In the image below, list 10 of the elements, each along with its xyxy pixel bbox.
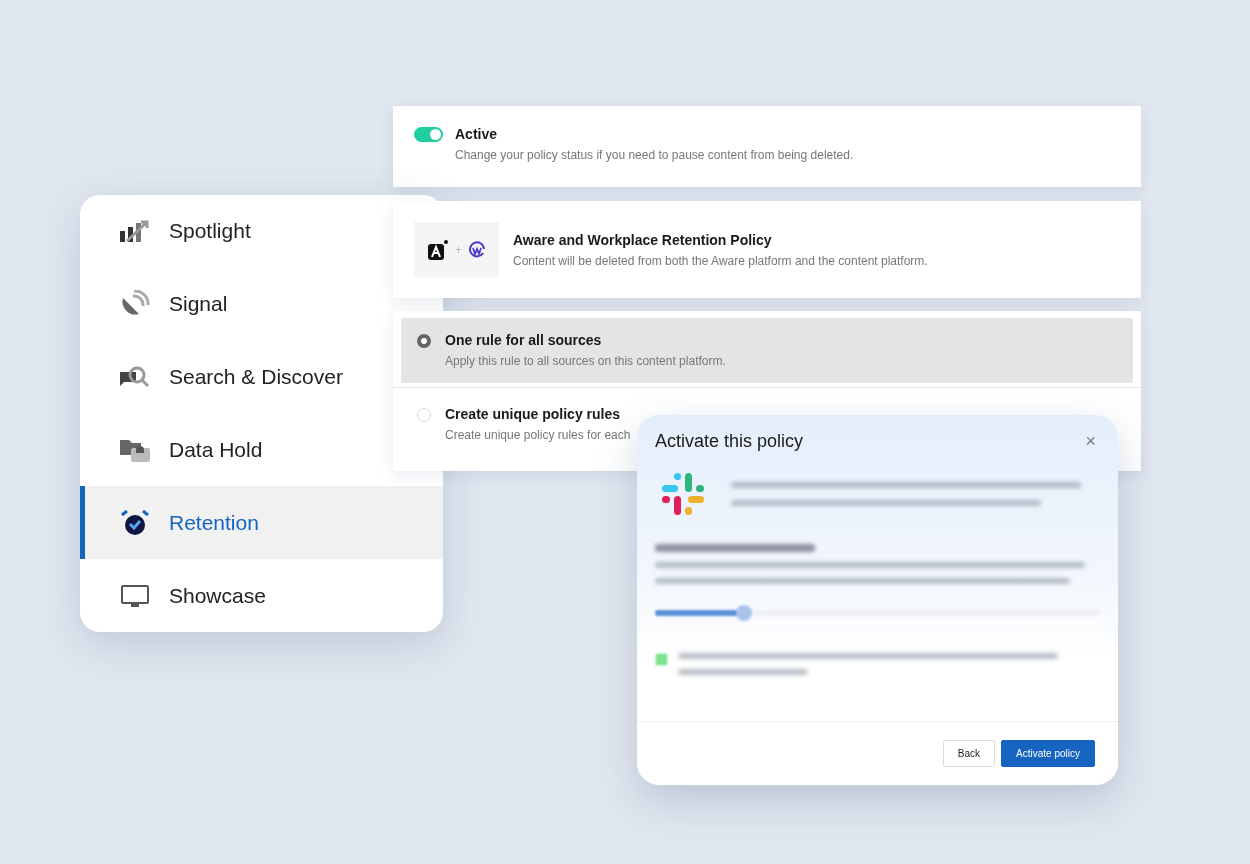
plus-sign: + — [455, 242, 462, 257]
rule-description: Create unique policy rules for each — [445, 428, 631, 442]
status-title: Active — [455, 126, 499, 142]
dialog-title: Activate this policy — [655, 431, 804, 452]
status-description: Change your policy status if you need to pause content from being deleted. — [455, 148, 854, 162]
rule-description: Apply this rule to all sources on this content platform. — [445, 354, 726, 368]
policy-title: Aware and Workplace Retention Policy — [513, 231, 773, 248]
rule-title: One rule for all sources — [445, 332, 603, 348]
policy-description: Content will be deleted from both the Aware platform and the content platform. — [513, 253, 928, 268]
rule-title: Create unique policy rules — [445, 406, 622, 422]
